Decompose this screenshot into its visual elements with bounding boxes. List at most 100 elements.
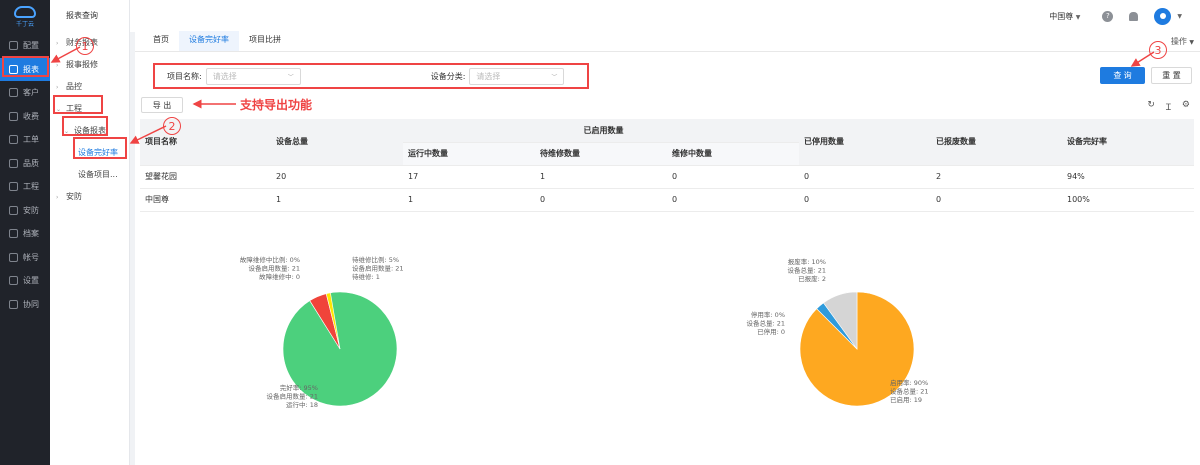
reset-button[interactable]: 重 置 xyxy=(1151,67,1192,84)
cloud-logo-icon xyxy=(14,6,36,18)
nav-item-8[interactable]: 档案 xyxy=(0,222,50,246)
subnav-item-label: 品控 xyxy=(66,82,82,91)
header-disabled: 已停用数量 xyxy=(799,119,931,166)
table-cell: 17 xyxy=(403,165,535,189)
annotation-circle-2: 2 xyxy=(163,117,181,135)
project-name: 中国尊 xyxy=(1049,11,1074,21)
equipment-table: 项目名称 设备总量 已启用数量 已停用数量 已报废数量 设备完好率 运行中数量 … xyxy=(140,119,1194,212)
user-icon xyxy=(9,88,18,98)
nav-item-3[interactable]: 收费 xyxy=(0,105,50,129)
query-button[interactable]: 查 询 xyxy=(1100,67,1145,84)
archive-icon xyxy=(9,229,18,239)
table-cell: 20 xyxy=(271,165,403,189)
category-select-placeholder: 请选择 xyxy=(476,71,501,81)
callout-equipment-rate xyxy=(73,137,127,159)
callout-report-nav xyxy=(2,56,49,77)
nav-item-label: 客户 xyxy=(23,88,39,98)
subnav-item-label: 报事报修 xyxy=(66,60,98,69)
filter-bar: 项目名称: 请选择 ﹀ 设备分类: 请选择 ﹀ xyxy=(153,63,589,89)
nav-item-7[interactable]: 安防 xyxy=(0,199,50,223)
annotation-circle-1: 1 xyxy=(76,37,94,55)
nav-item-label: 配置 xyxy=(23,41,39,51)
fee-icon xyxy=(9,111,18,121)
collab-icon xyxy=(9,299,18,309)
subnav-item-label: 安防 xyxy=(66,192,82,201)
nav-item-label: 帐号 xyxy=(23,252,39,262)
subnav-item-1[interactable]: › 报事报修 xyxy=(50,54,129,76)
nav-item-11[interactable]: 协同 xyxy=(0,293,50,317)
chevron-down-icon: ﹀ xyxy=(551,73,558,81)
gear-icon[interactable]: ⚙ xyxy=(1182,100,1190,113)
nav-item-label: 安防 xyxy=(23,205,39,215)
user-avatar-icon xyxy=(1159,13,1166,19)
quality-icon xyxy=(9,158,18,168)
table-row: 望馨花园 20 17 1 0 0 2 94% xyxy=(140,165,1194,189)
annotation-circle-3: 3 xyxy=(1149,41,1167,59)
category-select[interactable]: 请选择 ﹀ xyxy=(469,67,565,85)
table-cell: 0 xyxy=(535,188,667,212)
table-cell: 0 xyxy=(799,188,931,212)
table-cell: 2 xyxy=(931,165,1062,189)
avatar[interactable] xyxy=(1154,7,1172,25)
help-icon[interactable]: ? xyxy=(1102,10,1114,22)
project-select-placeholder: 请选择 xyxy=(212,71,237,81)
table-cell: 0 xyxy=(799,165,931,189)
project-filter-label: 项目名称: xyxy=(167,71,202,81)
shield-icon xyxy=(9,205,18,215)
engineering-icon xyxy=(9,182,18,192)
column-height-icon[interactable]: Ɪ xyxy=(1166,100,1171,113)
operations-menu[interactable]: 操作 ▼ xyxy=(1171,36,1194,47)
settings-icon xyxy=(9,276,18,286)
operations-label: 操作 xyxy=(1170,37,1187,46)
refresh-icon[interactable]: ↻ xyxy=(1147,100,1155,113)
subnav-item-7[interactable]: › 安防 xyxy=(50,186,129,208)
table-cell: 0 xyxy=(667,188,799,212)
nav-item-label: 工程 xyxy=(23,182,39,192)
export-annotation: 支持导出功能 xyxy=(240,98,313,112)
subnav-item-6[interactable]: 设备项目... xyxy=(50,164,129,186)
nav-item-label: 收费 xyxy=(23,111,39,121)
callout-engineering xyxy=(53,95,103,114)
header-project: 项目名称 xyxy=(140,119,271,166)
header-rate: 设备完好率 xyxy=(1062,119,1194,166)
tab-home[interactable]: 首页 xyxy=(143,31,179,51)
callout-equipment-report xyxy=(62,116,108,136)
export-button[interactable]: 导 出 xyxy=(141,97,183,113)
bell-icon[interactable] xyxy=(1129,11,1139,21)
nav-item-label: 设置 xyxy=(23,276,39,286)
table-cell: 100% xyxy=(1062,188,1194,212)
nav-item-label: 工单 xyxy=(23,135,39,145)
nav-item-5[interactable]: 品质 xyxy=(0,152,50,176)
app-logo: 千丁云 xyxy=(0,0,50,34)
project-select[interactable]: 请选择 ﹀ xyxy=(205,67,301,85)
table-cell: 1 xyxy=(271,188,403,212)
table-tools: ↻ Ɪ ⚙ xyxy=(1147,100,1190,113)
table-cell: 中国尊 xyxy=(140,188,271,212)
tab-project-compare[interactable]: 项目比拼 xyxy=(239,31,291,51)
nav-item-2[interactable]: 客户 xyxy=(0,81,50,105)
chevron-down-icon: ﹀ xyxy=(287,73,294,81)
table-cell: 0 xyxy=(931,188,1062,212)
chevron-right-icon: › xyxy=(56,62,59,69)
header-repairing: 维修中数量 xyxy=(667,142,799,166)
chevron-down-icon: ▼ xyxy=(1075,13,1081,21)
subnav-item-label: 设备项目... xyxy=(78,170,118,179)
nav-item-4[interactable]: 工单 xyxy=(0,128,50,152)
nav-item-9[interactable]: 帐号 xyxy=(0,246,50,270)
top-bar: 中国尊 ▼ ? ▼ xyxy=(130,0,1200,32)
nav-item-10[interactable]: 设置 xyxy=(0,269,50,293)
secondary-sidebar: 报表查询 › 财务报表 › 报事报修 › 品控 ⌄ 工程 ⌄ 设备报表 设备完好率 设备项目... › 安… xyxy=(50,0,130,465)
nav-item-label: 协同 xyxy=(23,299,39,309)
subnav-title: 报表查询 xyxy=(66,11,98,20)
logo-text: 千丁云 xyxy=(15,21,34,28)
chevron-right-icon: › xyxy=(56,194,59,201)
table-row: 中国尊 1 1 0 0 0 0 100% xyxy=(140,188,1194,212)
nav-item-0[interactable]: 配置 xyxy=(0,34,50,58)
account-icon xyxy=(9,252,18,262)
project-switcher[interactable]: 中国尊 ▼ xyxy=(1049,11,1080,22)
tab-equipment-rate[interactable]: 设备完好率 xyxy=(179,31,239,51)
header-pending: 待维修数量 xyxy=(535,142,667,166)
nav-item-6[interactable]: 工程 xyxy=(0,175,50,199)
chevron-down-icon[interactable]: ▼ xyxy=(1177,13,1182,20)
nav-item-label: 档案 xyxy=(23,229,39,239)
